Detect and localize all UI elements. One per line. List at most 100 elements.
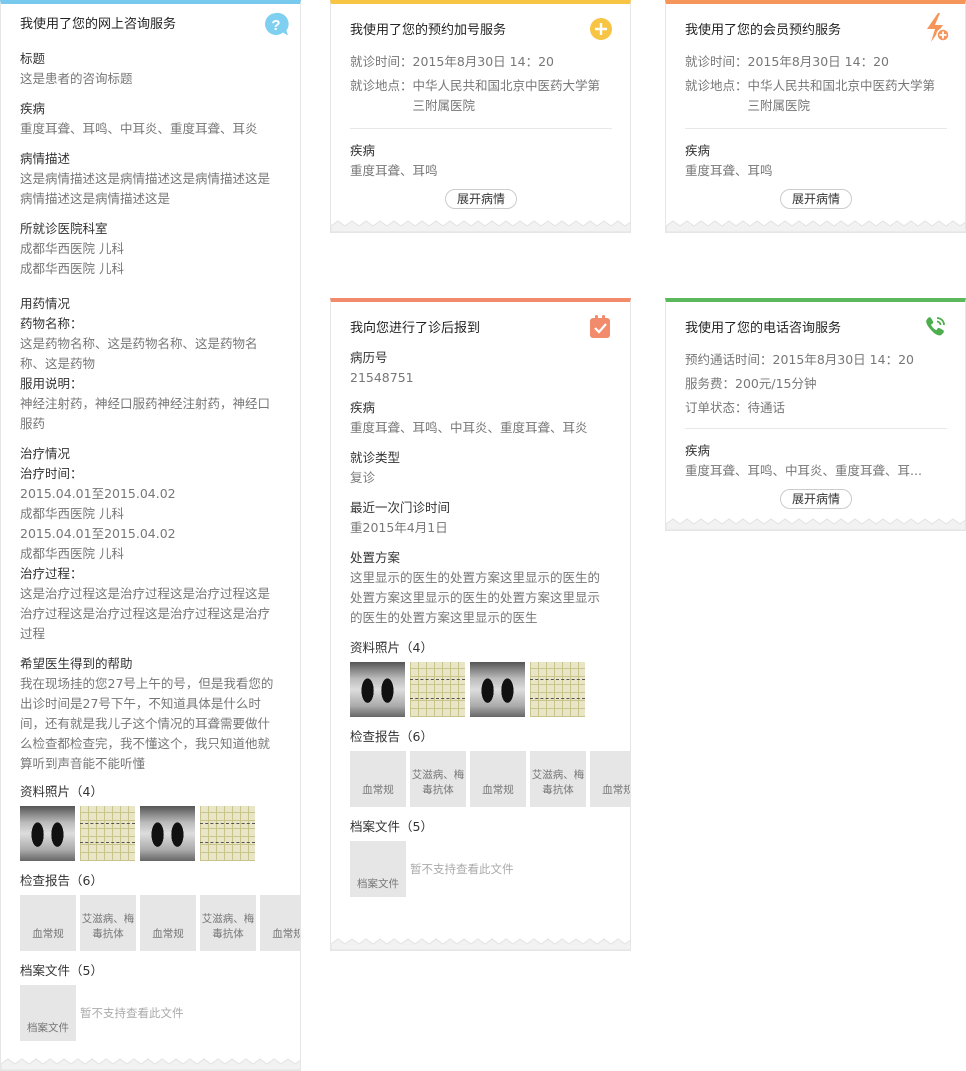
disease-label: 疾病 bbox=[20, 101, 46, 116]
treatment-label: 治疗情况 bbox=[20, 446, 71, 461]
zigzag-edge bbox=[666, 220, 965, 232]
divider bbox=[685, 128, 947, 129]
plan-value: 这里显示的医生的处置方案这里显示的医生的处置方案这里显示的医生的处置方案这里显示… bbox=[350, 570, 601, 625]
photo-thumbnail[interactable] bbox=[20, 806, 75, 861]
files-label: 档案文件（5） bbox=[350, 819, 433, 834]
fee-label: 服务费： bbox=[685, 376, 736, 391]
card-title: 我使用了您的预约加号服务 bbox=[350, 18, 612, 42]
treatment-date: 2015.04.01至2015.04.02 bbox=[20, 486, 176, 501]
report-item[interactable]: 艾滋病、梅毒抗体 bbox=[200, 895, 256, 951]
visit-time-row: 就诊时间： 2015年8月30日 14：20 bbox=[685, 50, 947, 74]
lightning-plus-icon bbox=[923, 12, 950, 42]
online-consult-card: 我使用了您的网上咨询服务 ? 标题 这是患者的咨询标题 疾病 重度耳聋、耳鸣、中… bbox=[0, 0, 301, 1071]
report-item[interactable]: 血常规 bbox=[590, 751, 630, 807]
hospital-value: 成都华西医院 儿科 bbox=[20, 261, 124, 276]
post-visit-report-card: 我向您进行了诊后报到 病历号 21548751 疾病 重度耳聋、耳鸣、中耳炎、重… bbox=[330, 298, 631, 951]
disease-value: 重度耳聋、耳鸣、中耳炎、重度耳聋、耳炎 bbox=[20, 121, 258, 136]
call-time-value: 2015年8月30日 14：20 bbox=[772, 352, 914, 367]
expand-condition-button[interactable]: 展开病情 bbox=[780, 189, 852, 209]
photo-thumbnail[interactable] bbox=[140, 806, 195, 861]
photo-thumbnail[interactable] bbox=[410, 662, 465, 717]
order-status-row: 订单状态： 待通话 bbox=[685, 396, 947, 420]
card-title-text: 我使用了您的会员预约服务 bbox=[685, 23, 842, 38]
visit-time-row: 就诊时间： 2015年8月30日 14：20 bbox=[350, 50, 612, 74]
photo-thumbnail[interactable] bbox=[200, 806, 255, 861]
report-item[interactable]: 艾滋病、梅毒抗体 bbox=[530, 751, 586, 807]
order-status-label: 订单状态： bbox=[685, 400, 748, 415]
card-title: 我向您进行了诊后报到 bbox=[350, 315, 612, 340]
card-title-text: 我向您进行了诊后报到 bbox=[350, 321, 481, 336]
usage-value: 神经注射药，神经口服药神经注射药，神经口服药 bbox=[20, 396, 271, 431]
desc-value: 这是病情描述这是病情描述这是病情描述这是病情描述这是病情描述这是 bbox=[20, 171, 271, 206]
visit-time-value: 2015年8月30日 14：20 bbox=[412, 54, 554, 69]
subject-value: 这是患者的咨询标题 bbox=[20, 71, 133, 86]
visit-place-value: 中华人民共和国北京中医药大学第三附属医院 bbox=[412, 78, 601, 113]
report-item[interactable]: 血常规 bbox=[260, 895, 300, 951]
zigzag-edge bbox=[331, 220, 630, 232]
visit-time-label: 就诊时间： bbox=[350, 54, 413, 69]
call-time-label: 预约通话时间： bbox=[685, 352, 773, 367]
disease-value: 重度耳聋、耳鸣、中耳炎、重度耳聋、耳炎 bbox=[350, 420, 588, 435]
visit-place-row: 就诊地点： 中华人民共和国北京中医药大学第三附属医院 bbox=[685, 76, 947, 116]
reports-label: 检查报告（6） bbox=[20, 873, 103, 888]
photos-label: 资料照片（4） bbox=[20, 784, 103, 799]
report-item[interactable]: 血常规 bbox=[350, 751, 406, 807]
photo-thumbnail[interactable] bbox=[350, 662, 405, 717]
visit-place-label: 就诊地点： bbox=[350, 78, 413, 93]
expand-condition-button[interactable]: 展开病情 bbox=[780, 489, 852, 509]
clipboard-check-icon bbox=[588, 314, 614, 340]
desc-label: 病情描述 bbox=[20, 151, 71, 166]
report-list: 血常规 艾滋病、梅毒抗体 血常规 艾滋病、梅毒抗体 血常规 bbox=[20, 895, 300, 951]
file-list: 档案文件 暂不支持查看此文件 bbox=[20, 985, 282, 1041]
treatment-hospital: 成都华西医院 儿科 bbox=[20, 506, 124, 521]
fee-value: 200元/15分钟 bbox=[735, 376, 817, 391]
report-item[interactable]: 血常规 bbox=[20, 895, 76, 951]
card-title-text: 我使用了您的预约加号服务 bbox=[350, 23, 507, 38]
file-item[interactable]: 档案文件 bbox=[350, 841, 406, 897]
file-item[interactable]: 档案文件 bbox=[20, 985, 76, 1041]
appointment-addon-card: 我使用了您的预约加号服务 就诊时间： 2015年8月30日 14：20 就诊地点：… bbox=[330, 0, 631, 233]
record-label: 病历号 bbox=[350, 350, 388, 365]
visit-place-value: 中华人民共和国北京中医药大学第三附属医院 bbox=[747, 78, 936, 113]
visit-type-value: 复诊 bbox=[350, 470, 376, 485]
report-item[interactable]: 艾滋病、梅毒抗体 bbox=[80, 895, 136, 951]
files-label: 档案文件（5） bbox=[20, 963, 103, 978]
expand-condition-button[interactable]: 展开病情 bbox=[445, 189, 517, 209]
disease-label: 疾病 bbox=[350, 400, 376, 415]
file-list: 档案文件 暂不支持查看此文件 bbox=[350, 841, 612, 897]
disease-value: 重度耳聋、耳鸣 bbox=[685, 163, 773, 178]
treatment-process-value: 这是治疗过程这是治疗过程这是治疗过程这是治疗过程这是治疗过程这是治疗过程这是治疗… bbox=[20, 586, 271, 641]
report-item[interactable]: 艾滋病、梅毒抗体 bbox=[410, 751, 466, 807]
report-item[interactable]: 血常规 bbox=[470, 751, 526, 807]
card-title: 我使用了您的电话咨询服务 bbox=[685, 315, 949, 341]
hospital-value: 成都华西医院 儿科 bbox=[20, 241, 124, 256]
drug-name-label: 药物名称： bbox=[20, 316, 83, 331]
treatment-hospital: 成都华西医院 儿科 bbox=[20, 546, 124, 561]
card-title-text: 我使用了您的网上咨询服务 bbox=[20, 17, 177, 32]
reports-label: 检查报告（6） bbox=[350, 729, 433, 744]
photo-list bbox=[20, 806, 282, 861]
visit-type-label: 就诊类型 bbox=[350, 450, 401, 465]
medication-label: 用药情况 bbox=[20, 296, 71, 311]
visit-time-label: 就诊时间： bbox=[685, 54, 748, 69]
plan-label: 处置方案 bbox=[350, 550, 401, 565]
call-time-row: 预约通话时间： 2015年8月30日 14：20 bbox=[685, 348, 947, 372]
zigzag-edge bbox=[1, 1058, 300, 1070]
treatment-date: 2015.04.01至2015.04.02 bbox=[20, 526, 176, 541]
phone-icon bbox=[923, 315, 949, 341]
card-title-text: 我使用了您的电话咨询服务 bbox=[685, 321, 842, 336]
disease-label: 疾病 bbox=[350, 143, 376, 158]
unsupported-file-note: 暂不支持查看此文件 bbox=[410, 862, 514, 876]
phone-consult-card: 我使用了您的电话咨询服务 预约通话时间： 2015年8月30日 14：20 服务费… bbox=[665, 298, 966, 531]
member-appointment-card: 我使用了您的会员预约服务 就诊时间： 2015年8月30日 14：20 就诊地点：… bbox=[665, 0, 966, 233]
visit-place-label: 就诊地点： bbox=[685, 78, 748, 93]
photo-thumbnail[interactable] bbox=[530, 662, 585, 717]
photo-thumbnail[interactable] bbox=[80, 806, 135, 861]
report-item[interactable]: 血常规 bbox=[140, 895, 196, 951]
help-label: 希望医生得到的帮助 bbox=[20, 656, 133, 671]
photo-thumbnail[interactable] bbox=[470, 662, 525, 717]
visit-time-value: 2015年8月30日 14：20 bbox=[747, 54, 889, 69]
fee-row: 服务费： 200元/15分钟 bbox=[685, 372, 947, 396]
treatment-process-label: 治疗过程： bbox=[20, 566, 83, 581]
help-value: 我在现场挂的您27号上午的号，但是我看您的出诊时间是27号下午，不知道具体是什么… bbox=[20, 676, 274, 771]
